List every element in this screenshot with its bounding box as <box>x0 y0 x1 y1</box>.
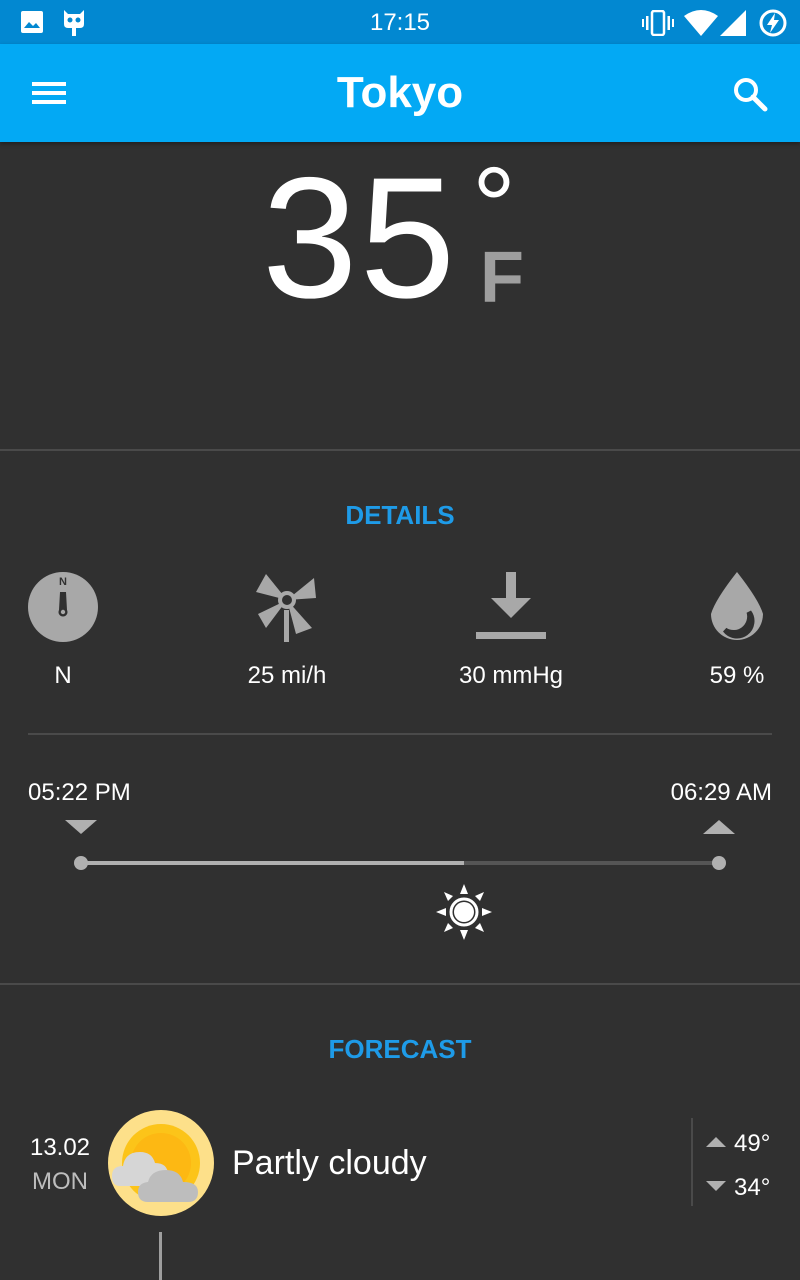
sun-icon <box>436 884 492 940</box>
daylight-progress <box>80 861 464 865</box>
wind-direction-value: N <box>54 662 72 689</box>
forecast-row[interactable]: 13.02 MON Partly cloudy 49° 34° <box>0 1110 800 1220</box>
humidity-drop-icon <box>711 572 763 640</box>
sunrise-arrow-icon <box>703 820 735 834</box>
city-title: Tokyo <box>336 68 464 117</box>
compass-icon: N <box>28 572 98 642</box>
pressure-value: 30 mmHg <box>458 662 564 689</box>
signal-icon <box>720 10 746 36</box>
vibrate-icon <box>642 10 674 36</box>
sunset-arrow-icon <box>65 820 97 834</box>
forecast-condition: Partly cloudy <box>232 1144 427 1182</box>
forecast-timeline <box>159 1232 162 1280</box>
pressure-icon <box>476 572 546 639</box>
details-title: DETAILS <box>345 500 455 530</box>
daylight-track <box>80 861 720 865</box>
svg-text:N: N <box>59 576 67 588</box>
temperature-value: 35 <box>262 142 458 334</box>
divider <box>28 733 772 735</box>
detail-wind-speed: 25 mi/h <box>227 570 347 689</box>
wind-speed-value: 25 mi/h <box>247 662 327 689</box>
track-start-dot <box>74 856 88 870</box>
forecast-weekday: MON <box>32 1168 88 1195</box>
forecast-separator <box>691 1118 693 1206</box>
partly-cloudy-icon <box>108 1110 214 1216</box>
windmill-icon <box>256 574 316 642</box>
forecast-low: 34° <box>706 1174 770 1202</box>
divider <box>0 983 800 985</box>
track-end-dot <box>712 856 726 870</box>
app-bar: Tokyo <box>0 44 800 142</box>
detail-humidity: 59 % <box>677 570 797 689</box>
humidity-value: 59 % <box>709 662 765 689</box>
forecast-title: FORECAST <box>328 1034 472 1064</box>
status-time: 17:15 <box>369 9 431 36</box>
current-temperature-panel: 35 ° F <box>0 142 800 450</box>
status-bar: 17:15 <box>0 0 800 44</box>
temperature-unit: F <box>480 238 524 318</box>
forecast-high: 49° <box>706 1130 770 1158</box>
wifi-icon <box>684 10 718 36</box>
sunrise-time: 06:29 AM <box>670 779 772 806</box>
forecast-date: 13.02 <box>29 1134 91 1161</box>
battery-charging-icon <box>759 9 787 37</box>
detail-wind-direction: N N <box>3 570 123 689</box>
sunset-time: 05:22 PM <box>28 779 131 806</box>
divider <box>0 449 800 451</box>
search-icon[interactable] <box>730 74 770 114</box>
detail-pressure: 30 mmHg <box>451 570 571 689</box>
